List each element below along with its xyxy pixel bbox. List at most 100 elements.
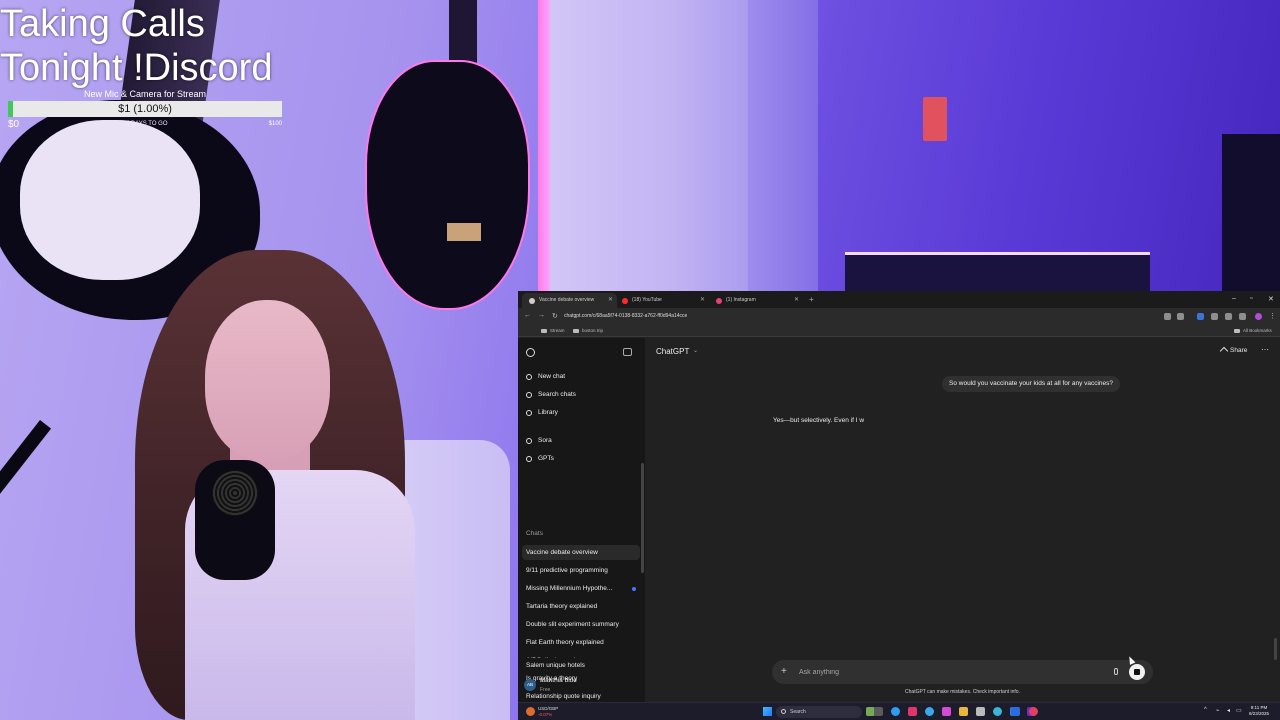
attach-plus-icon[interactable]: + — [781, 665, 787, 679]
sidebar-scrollbar[interactable] — [641, 463, 644, 573]
window-close-button[interactable]: ✕ — [1268, 295, 1274, 303]
battery-icon[interactable]: ▭ — [1236, 707, 1242, 714]
unread-dot-icon — [632, 587, 636, 591]
tab-label: (1) Instagram — [726, 297, 756, 303]
sidebar-item-new-chat[interactable]: New chat — [524, 370, 640, 384]
chat-scrollbar[interactable] — [1274, 638, 1277, 660]
chat-item[interactable]: Flat Earth theory explained — [522, 635, 640, 650]
tab-label: (18) YouTube — [632, 297, 662, 303]
ticker-widget[interactable]: USD/GBP -0.07% — [526, 705, 566, 719]
profile-avatar[interactable] — [1255, 313, 1262, 320]
sidebar-item-gpts[interactable]: GPTs — [524, 452, 640, 466]
bookmark-label: boston trip — [582, 328, 604, 333]
minimize-button[interactable]: – — [1232, 295, 1236, 302]
chat-item[interactable]: Tartaria theory explained — [522, 599, 640, 614]
taskbar-clock[interactable]: 9:11 PM 8/23/2025 — [1244, 705, 1274, 717]
goal-days-left: 17 DAYS TO GO — [122, 121, 168, 127]
share-icon — [1219, 346, 1229, 356]
extensions-puzzle-icon[interactable] — [1211, 313, 1218, 320]
microphone-icon[interactable] — [1114, 668, 1118, 675]
share-button[interactable]: Share — [1219, 345, 1247, 357]
ticker-change: -0.07% — [538, 712, 553, 717]
chat-item-label: Missing Millennium Hypothe... — [526, 585, 613, 592]
browser-window: Vaccine debate overview ✕ (18) YouTube ✕… — [518, 291, 1280, 720]
sidebar-item-label: Library — [538, 409, 558, 416]
composer: + — [772, 660, 1153, 684]
sidebar-item-library[interactable]: Library — [524, 406, 640, 420]
tab-youtube[interactable]: (18) YouTube ✕ — [615, 293, 709, 308]
split-view-icon[interactable] — [1239, 313, 1246, 320]
user-name: alanthia blue — [540, 677, 577, 684]
app-icon[interactable] — [942, 707, 951, 716]
search-icon — [781, 709, 786, 714]
user-profile[interactable]: AB alanthia blue Free — [524, 675, 640, 697]
tray-chevron-icon[interactable]: ^ — [1204, 707, 1207, 713]
chevron-down-icon[interactable]: ⌄ — [693, 347, 698, 354]
chat-item[interactable]: Missing Millennium Hypothe... — [522, 581, 640, 596]
new-tab-button[interactable]: + — [809, 295, 814, 304]
tab-label: Vaccine debate overview — [539, 297, 595, 303]
user-plan: Free — [540, 687, 551, 693]
sidebar-toggle-icon[interactable] — [623, 348, 632, 356]
all-bookmarks[interactable]: All Bookmarks — [1234, 325, 1272, 337]
volume-icon[interactable]: ◂ — [1227, 707, 1230, 714]
browser-menu-icon[interactable]: ⋮ — [1269, 312, 1276, 320]
library-icon — [526, 410, 532, 416]
overlay-title-line2: Tonight !Discord — [0, 47, 273, 89]
bookmarks-bar: Stream boston trip All Bookmarks — [518, 325, 1280, 337]
close-icon[interactable]: ✕ — [700, 293, 705, 308]
steam-icon[interactable] — [1011, 707, 1020, 716]
more-options-icon[interactable]: ⋯ — [1261, 345, 1269, 354]
taskbar-search[interactable]: Search — [776, 706, 862, 718]
bookmark-boston-trip[interactable]: boston trip — [573, 325, 603, 337]
chatgpt-sidebar: New chat Search chats Library Sora GPTs … — [518, 338, 645, 702]
chat-item[interactable]: 9/11 predictive programming — [522, 563, 640, 578]
windows-start-icon[interactable] — [763, 707, 772, 716]
close-icon[interactable]: ✕ — [794, 293, 799, 308]
model-selector[interactable]: ChatGPT — [656, 347, 689, 356]
network-icon[interactable]: ⌁ — [1216, 707, 1220, 714]
speaker — [1222, 134, 1280, 300]
url-field[interactable]: chatgpt.com/c/68aa5f74-0138-8332-a762-ff… — [564, 311, 1164, 322]
chat-item[interactable]: Double slit experiment summary — [522, 617, 640, 632]
microphone-grill — [212, 470, 258, 516]
file-explorer-icon[interactable] — [959, 707, 968, 716]
wall-outlet — [923, 97, 947, 141]
extension-icon[interactable] — [1197, 313, 1204, 320]
stop-generating-button[interactable] — [1129, 664, 1145, 680]
app-icon[interactable] — [993, 707, 1002, 716]
sidebar-item-label: New chat — [538, 373, 566, 380]
sidebar-item-sora[interactable]: Sora — [524, 434, 640, 448]
bookmark-stream[interactable]: Stream — [541, 325, 565, 337]
chat-item[interactable]: Salem unique hotels — [522, 658, 640, 673]
tab-instagram[interactable]: (1) Instagram ✕ — [709, 293, 803, 308]
app-icon[interactable] — [1029, 707, 1038, 716]
prompt-input[interactable] — [799, 665, 1109, 679]
maximize-button[interactable]: ▫ — [1250, 295, 1252, 302]
clock-date: 8/23/2025 — [1248, 711, 1270, 716]
openai-logo-icon[interactable] — [526, 348, 535, 357]
mic-arm — [0, 420, 52, 697]
tab-chatgpt[interactable]: Vaccine debate overview ✕ — [522, 293, 617, 308]
chatgpt-icon — [529, 298, 535, 304]
app-icon[interactable] — [976, 707, 985, 716]
bookmark-label: All Bookmarks — [1243, 328, 1272, 333]
forward-icon[interactable]: → — [538, 312, 545, 319]
close-icon[interactable]: ✕ — [608, 293, 613, 308]
bookmark-star-icon[interactable] — [1177, 313, 1184, 320]
background-door — [548, 0, 748, 300]
folder-icon — [1234, 329, 1240, 333]
reload-icon[interactable]: ↻ — [552, 312, 558, 320]
edge-icon[interactable] — [891, 707, 900, 716]
zoom-icon[interactable] — [1164, 313, 1171, 320]
task-view-icon[interactable] — [874, 707, 883, 716]
tab-strip: Vaccine debate overview ✕ (18) YouTube ✕… — [518, 291, 1280, 308]
app-icon[interactable] — [908, 707, 917, 716]
goal-progress-bar: $1 (1.00%) — [8, 101, 282, 117]
downloads-icon[interactable] — [1225, 313, 1232, 320]
chrome-icon[interactable] — [925, 707, 934, 716]
back-icon[interactable]: ← — [524, 312, 531, 319]
chat-item[interactable]: Vaccine debate overview — [522, 545, 640, 560]
overlay-title: Taking Calls Tonight !Discord — [0, 2, 272, 90]
sidebar-item-search-chats[interactable]: Search chats — [524, 388, 640, 402]
